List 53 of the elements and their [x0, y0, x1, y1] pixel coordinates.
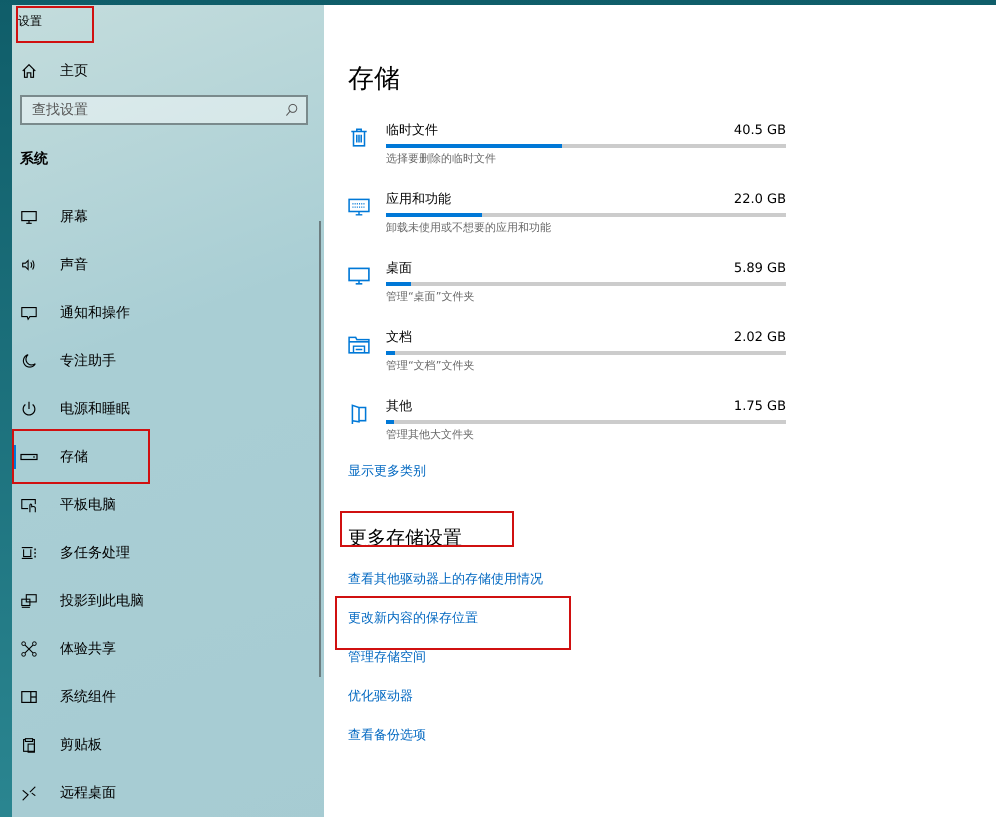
settings-link[interactable]: 管理存储空间 [348, 649, 426, 667]
show-more-link[interactable]: 显示更多类别 [348, 463, 426, 481]
sidebar-item[interactable]: 存储 [12, 433, 146, 481]
category-description: 管理“桌面”文件夹 [386, 289, 476, 304]
remote-icon [20, 784, 38, 802]
category-size: 22.0 GB [734, 191, 786, 209]
category-name[interactable]: 文档 [386, 329, 412, 347]
category-description: 管理“文档”文件夹 [386, 358, 476, 373]
power-icon [20, 400, 38, 418]
settings-link[interactable]: 查看备份选项 [348, 727, 426, 745]
sidebar-item[interactable]: 声音 [12, 241, 146, 289]
search-icon [284, 102, 300, 118]
sidebar-item[interactable]: 屏幕 [12, 193, 146, 241]
sidebar-item[interactable]: 通知和操作 [12, 289, 146, 337]
search-field[interactable]: 查找设置 [20, 95, 308, 125]
settings-link[interactable]: 查看其他驱动器上的存储使用情况 [348, 571, 543, 589]
sidebar-item[interactable]: 电源和睡眠 [12, 385, 146, 433]
category-size: 1.75 GB [734, 398, 786, 416]
section-heading: 系统 [20, 150, 48, 168]
settings-link[interactable]: 更改新内容的保存位置 [348, 610, 478, 628]
share-icon [20, 640, 38, 658]
category-description: 管理其他大文件夹 [386, 427, 475, 442]
category-size: 40.5 GB [734, 122, 786, 140]
monitor-icon [20, 208, 38, 226]
projector-icon [20, 592, 38, 610]
scrollbar[interactable] [319, 221, 321, 677]
category-size: 2.02 GB [734, 329, 786, 347]
panel-icon [20, 688, 38, 706]
message-icon [20, 304, 38, 322]
clipboard-icon [20, 736, 38, 754]
home-icon [20, 62, 38, 80]
category-description: 卸载未使用或不想要的应用和功能 [386, 220, 552, 235]
sidebar-item[interactable]: 体验共享 [12, 625, 146, 673]
sidebar-item[interactable]: 专注助手 [12, 337, 146, 385]
sidebar-item[interactable]: 平板电脑 [12, 481, 146, 529]
category-name[interactable]: 临时文件 [386, 122, 438, 140]
category-size: 5.89 GB [734, 260, 786, 278]
category-name[interactable]: 应用和功能 [386, 191, 451, 209]
sidebar-item[interactable]: 剪贴板 [12, 721, 146, 769]
category-name[interactable]: 其他 [386, 398, 412, 416]
sidebar-item[interactable]: 系统组件 [12, 673, 146, 721]
page-heading: 存储 [348, 63, 401, 96]
sidebar-item[interactable]: 多任务处理 [12, 529, 146, 577]
home-nav-item[interactable]: 主页 [12, 58, 324, 83]
category-name[interactable]: 桌面 [386, 260, 412, 278]
settings-link[interactable]: 优化驱动器 [348, 688, 413, 706]
category-description: 选择要删除的临时文件 [386, 151, 497, 166]
multitask-icon [20, 544, 38, 562]
moon-icon [20, 352, 38, 370]
tablet-icon [20, 496, 38, 514]
window-title: 设置 [18, 13, 42, 30]
sidebar-item[interactable]: 远程桌面 [12, 769, 146, 817]
sidebar-item[interactable]: 投影到此电脑 [12, 577, 146, 625]
